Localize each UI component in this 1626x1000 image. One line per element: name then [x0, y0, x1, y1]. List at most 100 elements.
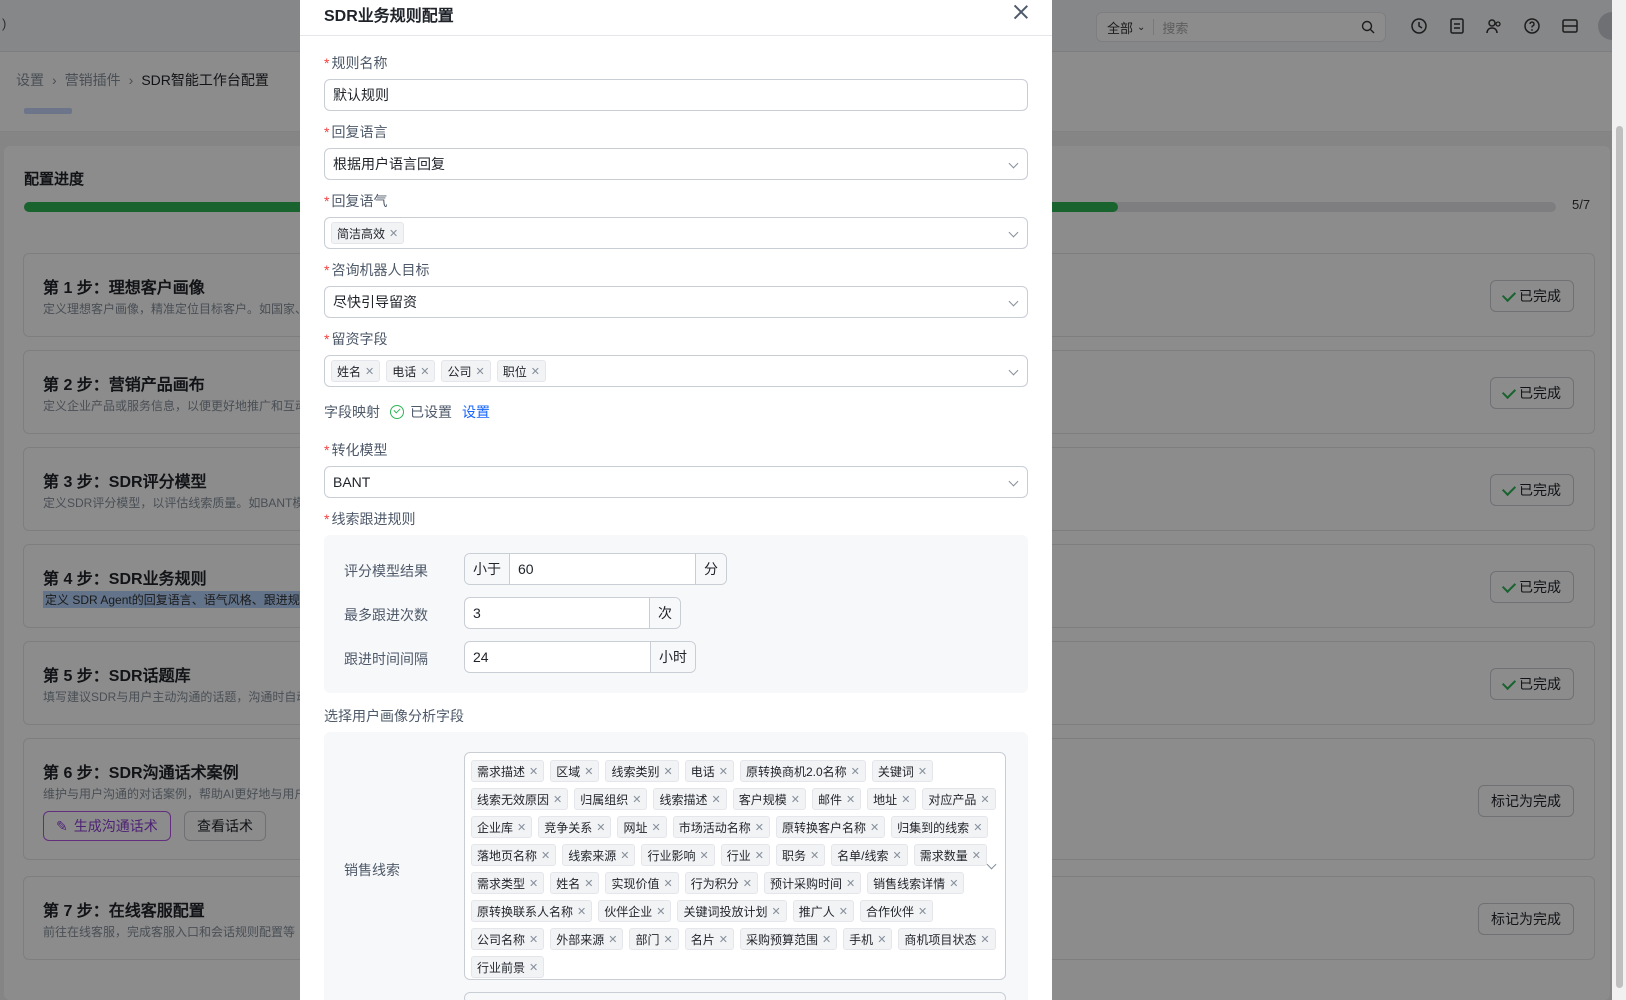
bot-goal-label: * 咨询机器人目标 — [324, 260, 429, 280]
close-icon[interactable]: ✕ — [656, 905, 665, 918]
tag-label: 公司 — [447, 364, 472, 379]
close-icon[interactable]: ✕ — [822, 933, 831, 946]
check-circle-icon — [390, 405, 404, 419]
close-icon[interactable]: ✕ — [973, 821, 982, 834]
close-icon[interactable]: ✕ — [719, 933, 728, 946]
close-icon[interactable]: ✕ — [529, 961, 538, 974]
tag-label: 归集到的线索 — [897, 820, 970, 835]
close-icon[interactable]: ✕ — [980, 933, 989, 946]
close-icon[interactable]: ✕ — [711, 793, 720, 806]
close-icon[interactable]: ✕ — [743, 877, 752, 890]
required-mark: * — [324, 511, 330, 527]
required-mark: * — [324, 124, 330, 140]
close-icon[interactable]: ✕ — [389, 227, 398, 240]
followup-interval-value[interactable]: 24 — [465, 642, 650, 672]
close-icon[interactable]: ✕ — [475, 365, 484, 378]
close-icon[interactable]: ✕ — [918, 905, 927, 918]
tag-label: 网址 — [623, 820, 648, 835]
close-icon[interactable]: ✕ — [918, 765, 927, 778]
max-followup-value[interactable]: 3 — [465, 598, 649, 628]
chevron-down-icon — [1008, 365, 1019, 376]
rule-name-input[interactable]: 默认规则 — [324, 79, 1028, 111]
persona-field-tag: 区域 ✕ — [550, 760, 600, 782]
persona-field-tag: 行业前景 ✕ — [471, 956, 545, 978]
close-icon[interactable]: ✕ — [420, 365, 429, 378]
persona-field-tag: 线索无效原因 ✕ — [471, 788, 569, 810]
close-icon[interactable]: ✕ — [620, 849, 629, 862]
close-icon[interactable]: ✕ — [541, 849, 550, 862]
close-icon[interactable]: ✕ — [810, 849, 819, 862]
close-icon[interactable]: ✕ — [584, 765, 593, 778]
close-icon[interactable]: ✕ — [529, 765, 538, 778]
close-icon[interactable]: ✕ — [771, 905, 780, 918]
close-icon[interactable]: ✕ — [584, 877, 593, 890]
score-value[interactable]: 60 — [510, 554, 695, 584]
close-icon[interactable]: ✕ — [699, 849, 708, 862]
persona-field-tag: 企业库 ✕ — [471, 816, 533, 838]
close-icon[interactable]: ✕ — [517, 821, 526, 834]
persona-field-tag: 商机项目状态 ✕ — [898, 928, 996, 950]
field-mapping-settings-link[interactable]: 设置 — [462, 402, 490, 422]
persona-field-tag: 销售线索详情 ✕ — [867, 872, 965, 894]
tag-label: 落地页名称 — [477, 848, 538, 863]
followup-interval-unit: 小时 — [650, 642, 695, 672]
followup-interval-input[interactable]: 24 小时 — [464, 641, 696, 673]
persona-field-tag: 线索来源 ✕ — [562, 844, 636, 866]
close-icon[interactable]: ✕ — [663, 765, 672, 778]
persona-fields-select[interactable]: 需求描述 ✕ 区域 ✕ 线索类别 ✕ 电话 ✕ 原转换商机2.0名称 ✕ 关键词 ✕ 线索无效原因 ✕ 归属… — [464, 752, 1006, 980]
close-icon[interactable]: ✕ — [529, 933, 538, 946]
close-icon[interactable]: ✕ — [529, 877, 538, 890]
close-icon[interactable]: ✕ — [531, 365, 540, 378]
close-icon[interactable]: ✕ — [791, 793, 800, 806]
close-icon[interactable] — [1011, 2, 1031, 22]
rule-name-value: 默认规则 — [333, 87, 389, 103]
close-icon[interactable]: ✕ — [365, 365, 374, 378]
close-icon[interactable]: ✕ — [972, 849, 981, 862]
tag-label: 需求数量 — [919, 848, 968, 863]
close-icon[interactable]: ✕ — [663, 933, 672, 946]
reply-tone-select[interactable]: 简洁高效 ✕ — [324, 217, 1028, 249]
close-icon[interactable]: ✕ — [651, 821, 660, 834]
tag-label: 原转换商机2.0名称 — [745, 764, 847, 779]
tag-label: 关键词投放计划 — [683, 904, 768, 919]
close-icon[interactable]: ✕ — [870, 821, 879, 834]
persona-field-tag: 行业影响 ✕ — [641, 844, 715, 866]
close-icon[interactable]: ✕ — [846, 877, 855, 890]
lead-fields-select[interactable]: 姓名 ✕ 电话 ✕ 公司 ✕ 职位 ✕ — [324, 355, 1028, 387]
next-field-input[interactable] — [464, 992, 1006, 1000]
close-icon[interactable]: ✕ — [901, 793, 910, 806]
persona-field-tag: 竞争关系 ✕ — [538, 816, 612, 838]
persona-field-tag: 名单/线索 ✕ — [831, 844, 908, 866]
close-icon[interactable]: ✕ — [846, 793, 855, 806]
chevron-down-icon — [1008, 476, 1019, 487]
score-operator[interactable]: 小于 — [465, 554, 510, 584]
tag-label: 对应产品 — [928, 792, 977, 807]
persona-field-tag: 市场活动名称 ✕ — [672, 816, 770, 838]
field-mapping-status: 已设置 — [410, 404, 452, 420]
close-icon[interactable]: ✕ — [553, 793, 562, 806]
close-icon[interactable]: ✕ — [719, 765, 728, 778]
close-icon[interactable]: ✕ — [596, 821, 605, 834]
close-icon[interactable]: ✕ — [851, 765, 860, 778]
close-icon[interactable]: ✕ — [755, 849, 764, 862]
close-icon[interactable]: ✕ — [755, 821, 764, 834]
close-icon[interactable]: ✕ — [893, 849, 902, 862]
close-icon[interactable]: ✕ — [632, 793, 641, 806]
page-scrollbar-thumb[interactable] — [1616, 126, 1623, 988]
score-unit: 分 — [695, 554, 726, 584]
close-icon[interactable]: ✕ — [577, 905, 586, 918]
conversion-model-select[interactable]: BANT — [324, 466, 1028, 498]
close-icon[interactable]: ✕ — [949, 877, 958, 890]
tag-label: 线索无效原因 — [477, 792, 550, 807]
close-icon[interactable]: ✕ — [980, 793, 989, 806]
max-followup-input[interactable]: 3 次 — [464, 597, 681, 629]
close-icon[interactable]: ✕ — [608, 933, 617, 946]
close-icon[interactable]: ✕ — [839, 905, 848, 918]
score-threshold-input[interactable]: 小于 60 分 — [464, 553, 727, 585]
bot-goal-select[interactable]: 尽快引导留资 — [324, 286, 1028, 318]
close-icon[interactable]: ✕ — [663, 877, 672, 890]
conversion-model-label: * 转化模型 — [324, 440, 387, 460]
close-icon[interactable]: ✕ — [877, 933, 886, 946]
tag-label: 公司名称 — [477, 932, 526, 947]
reply-language-select[interactable]: 根据用户语言回复 — [324, 148, 1028, 180]
